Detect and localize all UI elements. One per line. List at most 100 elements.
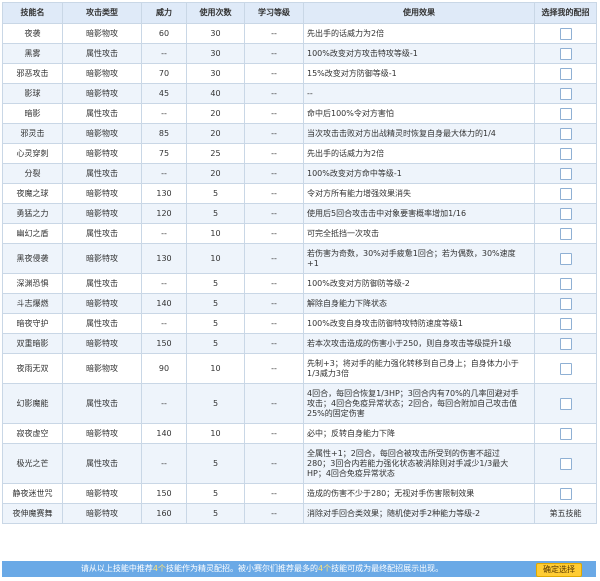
effect-cell: 可完全抵挡一次攻击 (303, 223, 535, 244)
skill-name-cell: 斗志爆燃 (2, 293, 63, 314)
select-cell (534, 333, 597, 354)
skills-table-body: 夜袭 暗影物攻 60 30 -- 先出手的话威力为2倍 黑雾 属性攻击 -- 30 -- 100%改变… (2, 23, 597, 524)
select-cell (534, 243, 597, 274)
select-cell (534, 353, 597, 384)
skill-name-cell: 勇猛之力 (2, 203, 63, 224)
attack-type-cell: 暗影特攻 (62, 183, 142, 204)
learn-level-cell: -- (244, 313, 304, 334)
effect-cell: 先制+3；将对手的能力强化转移到自己身上；自身体力小于 1/3威力3倍 (303, 353, 535, 384)
effect-cell: 命中后100%令对方害怕 (303, 103, 535, 124)
select-skill-checkbox[interactable] (559, 317, 572, 330)
power-cell: -- (141, 43, 187, 64)
effect-line: 25%的固定伤害 (307, 408, 365, 418)
power-cell: -- (141, 103, 187, 124)
effect-cell: 100%改变对方命中等级-1 (303, 163, 535, 184)
select-skill-checkbox[interactable] (559, 297, 572, 310)
select-skill-checkbox[interactable] (559, 87, 572, 100)
power-cell: 140 (141, 293, 187, 314)
learn-level-cell: -- (244, 353, 304, 384)
confirm-selection-button[interactable]: 确定选择 (536, 563, 582, 577)
power-cell: -- (141, 273, 187, 294)
learn-level-cell: -- (244, 183, 304, 204)
table-row: 斗志爆燃 暗影特攻 140 5 -- 解除自身能力下降状态 (2, 293, 597, 314)
power-cell: 150 (141, 483, 187, 504)
select-skill-checkbox[interactable] (559, 457, 572, 470)
effect-line: 使用后5回合攻击击中对象要害概率增加1/16 (307, 208, 467, 218)
skill-name-cell: 夜伸魔赛舞 (2, 503, 63, 524)
table-row: 幽幻之盾 属性攻击 -- 10 -- 可完全抵挡一次攻击 (2, 223, 597, 244)
select-skill-checkbox[interactable] (559, 397, 572, 410)
power-cell: -- (141, 163, 187, 184)
use-count-cell: 30 (186, 23, 245, 44)
select-skill-checkbox[interactable] (559, 27, 572, 40)
select-skill-checkbox[interactable] (559, 47, 572, 60)
attack-type-cell: 暗影特攻 (62, 483, 142, 504)
table-row: 黑夜侵袭 暗影特攻 130 10 -- 若伤害为奇数，30%对手疲惫1回合；若为偶数，30… (2, 243, 597, 274)
select-skill-checkbox[interactable] (559, 227, 572, 240)
select-cell (534, 483, 597, 504)
learn-level-cell: -- (244, 143, 304, 164)
header-select: 选择我的配招 (534, 2, 597, 24)
power-cell: 140 (141, 423, 187, 444)
effect-line: 消除对手回合类效果；随机使对手2种能力等级-2 (307, 508, 481, 518)
skill-name-cell: 心灵穿刺 (2, 143, 63, 164)
select-cell (534, 273, 597, 294)
header-learn-level: 学习等级 (244, 2, 304, 24)
header-attack-type: 攻击类型 (62, 2, 142, 24)
attack-type-cell: 暗影特攻 (62, 293, 142, 314)
effect-line: 4回合，每回合恢复1/3HP；3回合内有70%的几率回避对手 (307, 388, 519, 398)
effect-line: 先出手的话威力为2倍 (307, 28, 385, 38)
footer-count-2: 4个 (318, 564, 332, 573)
attack-type-cell: 暗影特攻 (62, 143, 142, 164)
select-skill-checkbox[interactable] (559, 252, 572, 265)
select-skill-checkbox[interactable] (559, 207, 572, 220)
select-skill-checkbox[interactable] (559, 427, 572, 440)
skill-name-cell: 黑雾 (2, 43, 63, 64)
select-skill-checkbox[interactable] (559, 107, 572, 120)
select-skill-checkbox[interactable] (559, 127, 572, 140)
select-cell (534, 443, 597, 484)
effect-line: 100%改变自身攻击防御特攻特防速度等级1 (307, 318, 463, 328)
select-skill-checkbox[interactable] (559, 147, 572, 160)
use-count-cell: 10 (186, 353, 245, 384)
power-cell: 60 (141, 23, 187, 44)
power-cell: -- (141, 223, 187, 244)
attack-type-cell: 属性攻击 (62, 383, 142, 424)
select-skill-checkbox[interactable] (559, 487, 572, 500)
power-cell: -- (141, 383, 187, 424)
skill-name-cell: 寂夜虚空 (2, 423, 63, 444)
table-row: 静夜迷世咒 暗影特攻 150 5 -- 造成的伤害不少于280；无视对手伤害限制效果 (2, 483, 597, 504)
table-row: 影球 暗影特攻 45 40 -- -- (2, 83, 597, 104)
select-skill-checkbox[interactable] (559, 362, 572, 375)
table-row: 心灵穿刺 暗影特攻 75 25 -- 先出手的话威力为2倍 (2, 143, 597, 164)
select-skill-checkbox[interactable] (559, 277, 572, 290)
select-skill-checkbox[interactable] (559, 187, 572, 200)
effect-cell: 造成的伤害不少于280；无视对手伤害限制效果 (303, 483, 535, 504)
use-count-cell: 10 (186, 243, 245, 274)
skill-selection-panel: 技能名 攻击类型 威力 使用次数 学习等级 使用效果 选择我的配招 夜袭 暗影物攻… (0, 2, 600, 581)
select-skill-checkbox[interactable] (559, 337, 572, 350)
use-count-cell: 40 (186, 83, 245, 104)
learn-level-cell: -- (244, 243, 304, 274)
use-count-cell: 5 (186, 183, 245, 204)
effect-cell: 4回合，每回合恢复1/3HP；3回合内有70%的几率回避对手 攻击；4回合免疫异常… (303, 383, 535, 424)
select-skill-checkbox[interactable] (559, 167, 572, 180)
effect-cell: 100%改变自身攻击防御特攻特防速度等级1 (303, 313, 535, 334)
use-count-cell: 25 (186, 143, 245, 164)
table-row: 夜魔之球 暗影特攻 130 5 -- 令对方所有能力增强效果消失 (2, 183, 597, 204)
learn-level-cell: -- (244, 43, 304, 64)
effect-cell: 消除对手回合类效果；随机使对手2种能力等级-2 (303, 503, 535, 524)
power-cell: -- (141, 443, 187, 484)
attack-type-cell: 暗影物攻 (62, 23, 142, 44)
skill-name-cell: 分裂 (2, 163, 63, 184)
effect-cell: 全属性+1；2回合，每回合被攻击所受到的伤害不超过 280；3回合内若能力强化状态… (303, 443, 535, 484)
table-row: 幻影魔能 属性攻击 -- 5 -- 4回合，每回合恢复1/3HP；3回合内有70%的几率回… (2, 383, 597, 424)
learn-level-cell: -- (244, 203, 304, 224)
effect-cell: 先出手的话威力为2倍 (303, 23, 535, 44)
power-cell: 130 (141, 183, 187, 204)
power-cell: 70 (141, 63, 187, 84)
select-skill-checkbox[interactable] (559, 67, 572, 80)
effect-line: 可完全抵挡一次攻击 (307, 228, 379, 238)
effect-line: 解除自身能力下降状态 (307, 298, 387, 308)
use-count-cell: 10 (186, 423, 245, 444)
